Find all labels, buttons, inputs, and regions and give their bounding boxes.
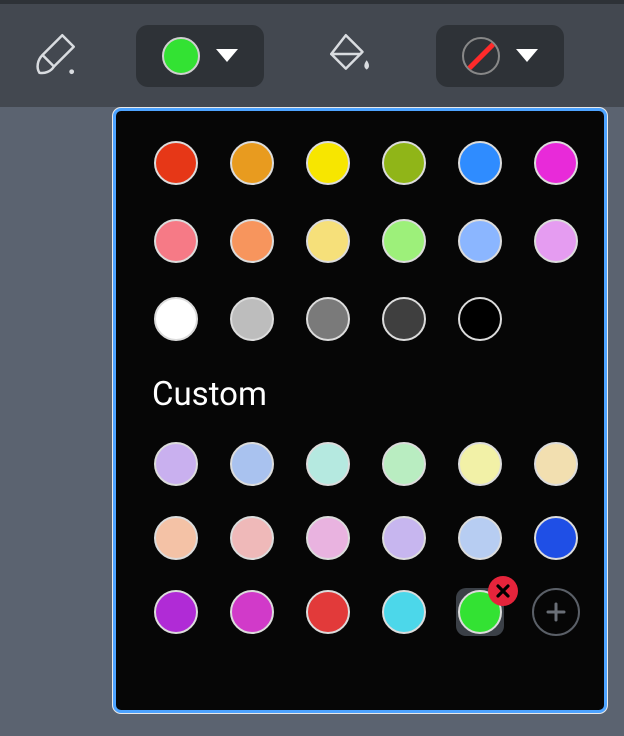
swatch-circle — [306, 297, 350, 341]
color-swatch-preset-0-1[interactable] — [228, 139, 276, 187]
color-swatch-custom-13[interactable] — [228, 588, 276, 636]
swatch-circle — [382, 219, 426, 263]
color-swatch-custom-0[interactable] — [152, 440, 200, 488]
current-stroke-swatch — [162, 37, 200, 75]
custom-section-label: Custom — [152, 375, 578, 414]
chevron-down-icon — [516, 49, 538, 62]
color-swatch-preset-0-4[interactable] — [456, 139, 504, 187]
color-swatch-custom-3[interactable] — [380, 440, 428, 488]
color-swatch-custom-14[interactable] — [304, 588, 352, 636]
color-swatch-preset-1-2[interactable] — [304, 217, 352, 265]
color-swatch-preset-0-0[interactable] — [152, 139, 200, 187]
remove-swatch-badge[interactable] — [488, 576, 518, 606]
color-swatch-custom-11[interactable] — [532, 514, 580, 562]
color-swatch-preset-1-1[interactable] — [228, 217, 276, 265]
color-swatch-gray-1[interactable] — [228, 295, 276, 343]
swatch-circle — [306, 516, 350, 560]
swatch-circle — [154, 297, 198, 341]
color-swatch-preset-1-3[interactable] — [380, 217, 428, 265]
paint-bucket-icon[interactable] — [325, 29, 375, 83]
swatch-circle — [230, 219, 274, 263]
color-swatch-custom-15[interactable] — [380, 588, 428, 636]
color-picker-panel: Custom — [113, 108, 607, 713]
swatch-circle — [230, 590, 274, 634]
swatch-circle — [382, 297, 426, 341]
swatch-circle — [154, 590, 198, 634]
color-swatch-custom-12[interactable] — [152, 588, 200, 636]
plus-icon — [532, 588, 580, 636]
swatch-circle — [306, 219, 350, 263]
swatch-circle — [306, 141, 350, 185]
swatch-circle — [458, 297, 502, 341]
color-swatch-preset-0-3[interactable] — [380, 139, 428, 187]
preset-color-grid — [152, 139, 578, 265]
color-swatch-preset-1-0[interactable] — [152, 217, 200, 265]
color-swatch-custom-7[interactable] — [228, 514, 276, 562]
swatch-circle — [230, 516, 274, 560]
color-swatch-gray-2[interactable] — [304, 295, 352, 343]
swatch-circle — [154, 516, 198, 560]
color-swatch-custom-6[interactable] — [152, 514, 200, 562]
swatch-circle — [306, 442, 350, 486]
swatch-circle — [230, 442, 274, 486]
fill-color-dropdown[interactable] — [436, 25, 564, 87]
grayscale-grid — [152, 295, 578, 343]
swatch-circle — [458, 442, 502, 486]
stroke-color-dropdown[interactable] — [136, 25, 264, 87]
brush-icon[interactable] — [30, 29, 80, 83]
swatch-circle — [458, 219, 502, 263]
color-swatch-custom-1[interactable] — [228, 440, 276, 488]
swatch-circle — [382, 590, 426, 634]
swatch-circle — [458, 516, 502, 560]
swatch-circle — [534, 219, 578, 263]
color-swatch-custom-9[interactable] — [380, 514, 428, 562]
color-swatch-preset-0-2[interactable] — [304, 139, 352, 187]
swatch-circle — [154, 141, 198, 185]
swatch-circle — [534, 442, 578, 486]
swatch-circle — [154, 219, 198, 263]
color-swatch-custom-4[interactable] — [456, 440, 504, 488]
color-swatch-custom-10[interactable] — [456, 514, 504, 562]
swatch-circle — [534, 141, 578, 185]
chevron-down-icon — [216, 49, 238, 62]
color-swatch-preset-0-5[interactable] — [532, 139, 580, 187]
swatch-circle — [458, 141, 502, 185]
color-swatch-gray-4[interactable] — [456, 295, 504, 343]
swatch-circle — [154, 442, 198, 486]
swatch-circle — [382, 516, 426, 560]
toolbar — [0, 4, 624, 107]
swatch-circle — [230, 141, 274, 185]
color-swatch-custom-5[interactable] — [532, 440, 580, 488]
color-swatch-preset-1-4[interactable] — [456, 217, 504, 265]
swatch-circle — [230, 297, 274, 341]
color-swatch-gray-3[interactable] — [380, 295, 428, 343]
color-swatch-preset-1-5[interactable] — [532, 217, 580, 265]
no-fill-icon — [462, 37, 500, 75]
swatch-circle — [382, 141, 426, 185]
swatch-circle — [534, 516, 578, 560]
color-swatch-gray-0[interactable] — [152, 295, 200, 343]
swatch-circle — [382, 442, 426, 486]
swatch-circle — [306, 590, 350, 634]
custom-color-grid — [152, 440, 578, 636]
color-swatch-custom-8[interactable] — [304, 514, 352, 562]
add-custom-color-button[interactable] — [532, 588, 580, 636]
color-swatch-custom-2[interactable] — [304, 440, 352, 488]
color-swatch-custom-selected[interactable] — [456, 588, 504, 636]
